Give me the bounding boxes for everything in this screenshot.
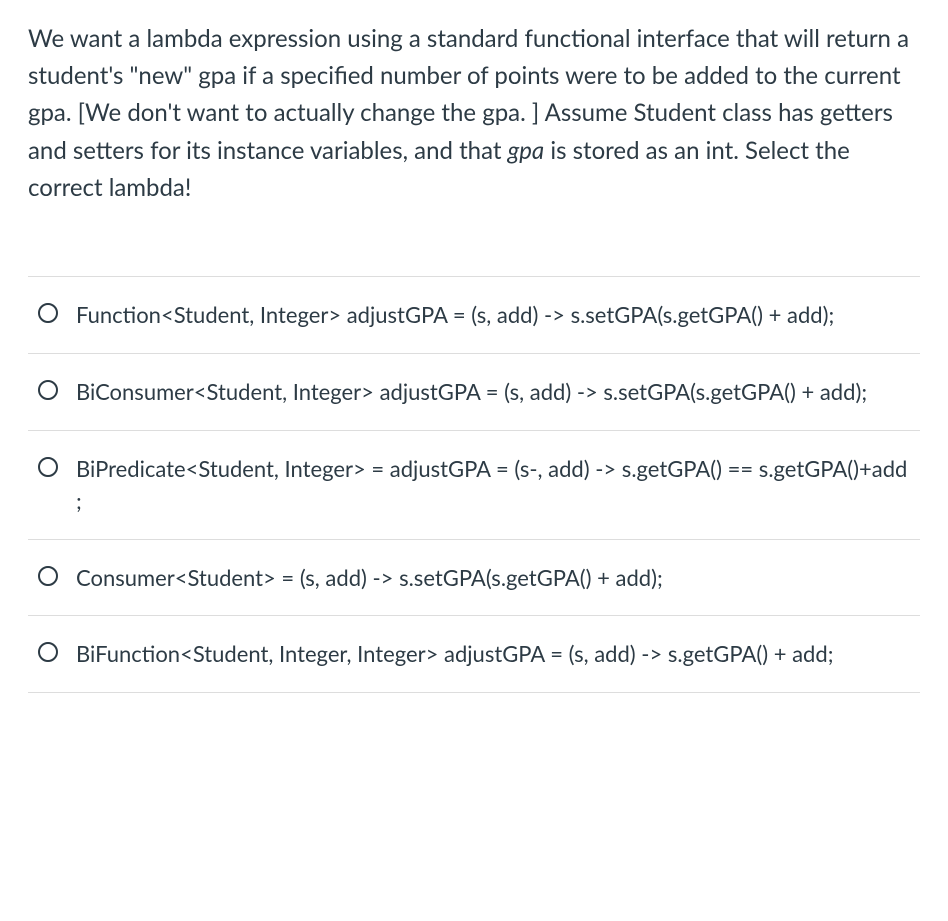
radio-wrap [38,299,58,323]
radio-icon[interactable] [38,457,58,477]
option-text: Function<Student, Integer> adjustGPA = (… [76,299,834,331]
option-row[interactable]: BiPredicate<Student, Integer> = adjustGP… [28,431,920,540]
option-row[interactable]: Function<Student, Integer> adjustGPA = (… [28,277,920,354]
radio-icon[interactable] [38,566,58,586]
prompt-text-italic: gpa [508,136,545,165]
options-list: Function<Student, Integer> adjustGPA = (… [28,276,920,693]
radio-icon[interactable] [38,642,58,662]
option-row[interactable]: BiConsumer<Student, Integer> adjustGPA =… [28,354,920,431]
radio-icon[interactable] [38,380,58,400]
radio-wrap [38,562,58,586]
radio-icon[interactable] [38,303,58,323]
option-row[interactable]: BiFunction<Student, Integer, Integer> ad… [28,616,920,693]
radio-wrap [38,453,58,477]
option-text: BiFunction<Student, Integer, Integer> ad… [76,638,833,670]
radio-wrap [38,376,58,400]
radio-wrap [38,638,58,662]
option-text: BiConsumer<Student, Integer> adjustGPA =… [76,376,867,408]
option-text: BiPredicate<Student, Integer> = adjustGP… [76,453,910,517]
option-text: Consumer<Student> = (s, add) -> s.setGPA… [76,562,663,594]
question-prompt: We want a lambda expression using a stan… [28,20,920,206]
option-row[interactable]: Consumer<Student> = (s, add) -> s.setGPA… [28,540,920,617]
